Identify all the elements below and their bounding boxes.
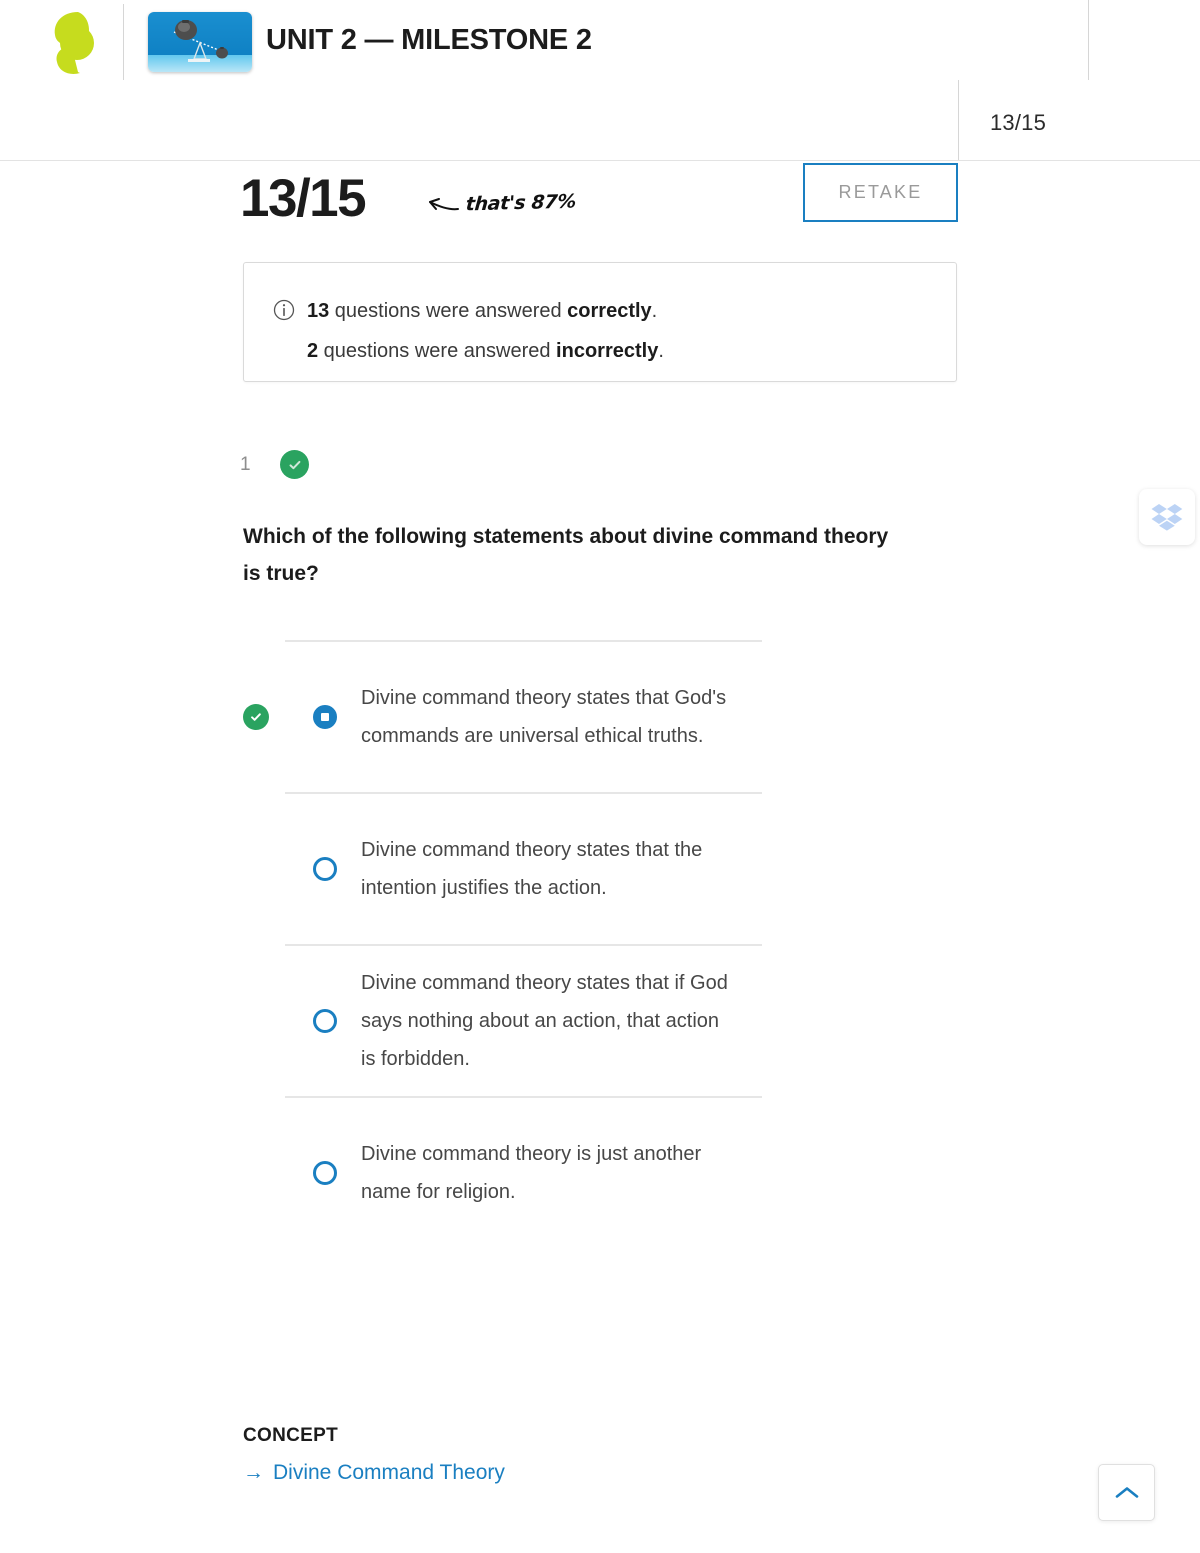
option-radio[interactable] (313, 1009, 337, 1033)
milestone-results-page: UNIT 2 — MILESTONE 2 13/15 13/15 that's … (0, 0, 1200, 1553)
answer-option[interactable]: Divine command theory states that if God… (243, 946, 943, 1096)
concept-label: CONCEPT (243, 1425, 338, 1446)
answer-option[interactable]: Divine command theory is just another na… (243, 1098, 943, 1248)
question-text: Which of the following statements about … (243, 525, 889, 585)
question-number: 1 (240, 453, 251, 475)
concept-link-label: Divine Command Theory (273, 1461, 505, 1484)
correct-suffix: . (651, 300, 658, 322)
header-right-divider (1088, 0, 1089, 80)
handwritten-annotation: that's 87% (424, 190, 577, 216)
score-mini-label: 13/15 (990, 110, 1047, 135)
option-correct-badge (243, 704, 269, 730)
sophia-logo[interactable] (42, 8, 102, 78)
retake-button[interactable]: RETAKE (803, 163, 958, 222)
incorrect-word: incorrectly (556, 340, 659, 362)
answer-options-list: Divine command theory states that God's … (243, 640, 943, 1248)
question-correct-badge (280, 450, 309, 479)
answer-option[interactable]: Divine command theory states that the in… (243, 794, 943, 944)
scroll-to-top-button[interactable] (1098, 1464, 1155, 1521)
answer-option[interactable]: Divine command theory states that God's … (243, 642, 943, 792)
concept-section: CONCEPT → Divine Command Theory (243, 1425, 505, 1485)
correct-count: 13 (307, 300, 330, 322)
score-value: 13/15 (240, 169, 367, 228)
incorrect-summary-line: 2 questions were answered incorrectly. (273, 331, 664, 371)
dropbox-glyph-icon (1151, 504, 1183, 531)
option-radio[interactable] (313, 857, 337, 881)
page-title: UNIT 2 — MILESTONE 2 (266, 24, 592, 56)
incorrect-prefix: questions were answered (318, 340, 557, 362)
balance-scale-illustration (148, 12, 252, 72)
option-label: Divine command theory is just another na… (361, 1143, 702, 1203)
annotation-text: that's 87% (465, 190, 577, 216)
option-label: Divine command theory states that if God… (361, 972, 728, 1070)
question-header: 1 (240, 450, 309, 479)
balance-scale-thumbnail (148, 12, 252, 72)
correct-prefix: questions were answered (329, 300, 568, 322)
results-summary-box: 13 questions were answered correctly. 2 … (243, 262, 957, 382)
score-mini-divider (958, 80, 959, 160)
page-header: UNIT 2 — MILESTONE 2 13/15 (0, 0, 1200, 161)
correct-word: correctly (567, 300, 652, 322)
chevron-up-icon (1115, 1486, 1138, 1498)
arrow-right-icon: → (243, 1461, 264, 1484)
option-label: Divine command theory states that the in… (361, 839, 703, 899)
concept-link[interactable]: → Divine Command Theory (243, 1461, 505, 1485)
sophia-logo-glyph (54, 12, 94, 74)
check-icon (251, 713, 261, 721)
left-arrow-annotation-icon (429, 198, 459, 211)
dropbox-save-icon[interactable] (1139, 489, 1195, 545)
option-radio[interactable] (313, 705, 337, 729)
check-icon (289, 460, 300, 469)
header-logo-divider (123, 4, 124, 80)
correct-summary-line: 13 questions were answered correctly. (273, 291, 664, 331)
score-row: 13/15 that's 87% (0, 160, 1200, 260)
info-icon (273, 299, 295, 321)
incorrect-count: 2 (307, 340, 319, 362)
incorrect-suffix: . (658, 340, 664, 362)
option-radio[interactable] (313, 1161, 337, 1185)
option-label: Divine command theory states that God's … (361, 687, 727, 747)
